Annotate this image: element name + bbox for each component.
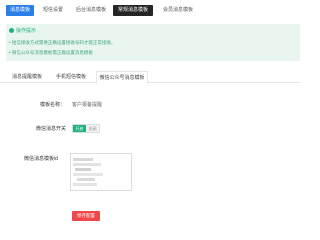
save-config-button[interactable]: 保存配置 [72, 211, 100, 221]
switch-off-option[interactable]: 关闭 [86, 125, 99, 132]
tab-sms-templates[interactable]: 手机短信模板 [52, 71, 90, 83]
template-id-label: 微信消息模板id [24, 156, 58, 162]
template-tabs: 消息提醒模板 手机短信模板 微信公众号消息模板 [0, 71, 300, 84]
redacted-content [73, 158, 103, 186]
switch-on-option[interactable]: 开启 [73, 125, 86, 132]
nav-sms-settings[interactable]: 短信设置 [38, 5, 68, 16]
nav-member-templates[interactable]: 会员消息模板 [158, 5, 198, 16]
nav-admin-templates[interactable]: 后台消息模板 [72, 5, 110, 16]
notice-title: 操作提示 [9, 27, 36, 34]
operation-notice: 操作提示 • 短信接收方式需要正确设置接收号码才能正常接收。 • 微信公众号消息… [6, 24, 300, 61]
nav-regular-templates[interactable]: 常规消息模板 [113, 5, 153, 16]
top-navigation: 消息模板 短信设置 后台消息模板 常规消息模板 会员消息模板 [0, 0, 300, 22]
template-name-label: 模板名称： [40, 102, 66, 108]
wechat-message-switch[interactable]: 开启 关闭 [72, 124, 100, 133]
notice-title-text: 操作提示 [16, 28, 37, 34]
notice-line: • 微信公众号消息模板需正确设置消息模板 [9, 50, 93, 55]
notice-line: • 短信接收方式需要正确设置接收号码才能正常接收。 [9, 40, 116, 45]
info-icon [9, 28, 14, 33]
tab-wechat-templates[interactable]: 微信公众号消息模板 [96, 71, 148, 84]
template-id-textarea[interactable] [70, 153, 132, 191]
tab-reminder-templates[interactable]: 消息提醒模板 [8, 71, 46, 83]
wechat-switch-label: 微信消息开关 [36, 126, 67, 132]
template-name-value: 客户报备提醒 [72, 102, 103, 108]
nav-message-templates[interactable]: 消息模板 [6, 5, 34, 16]
